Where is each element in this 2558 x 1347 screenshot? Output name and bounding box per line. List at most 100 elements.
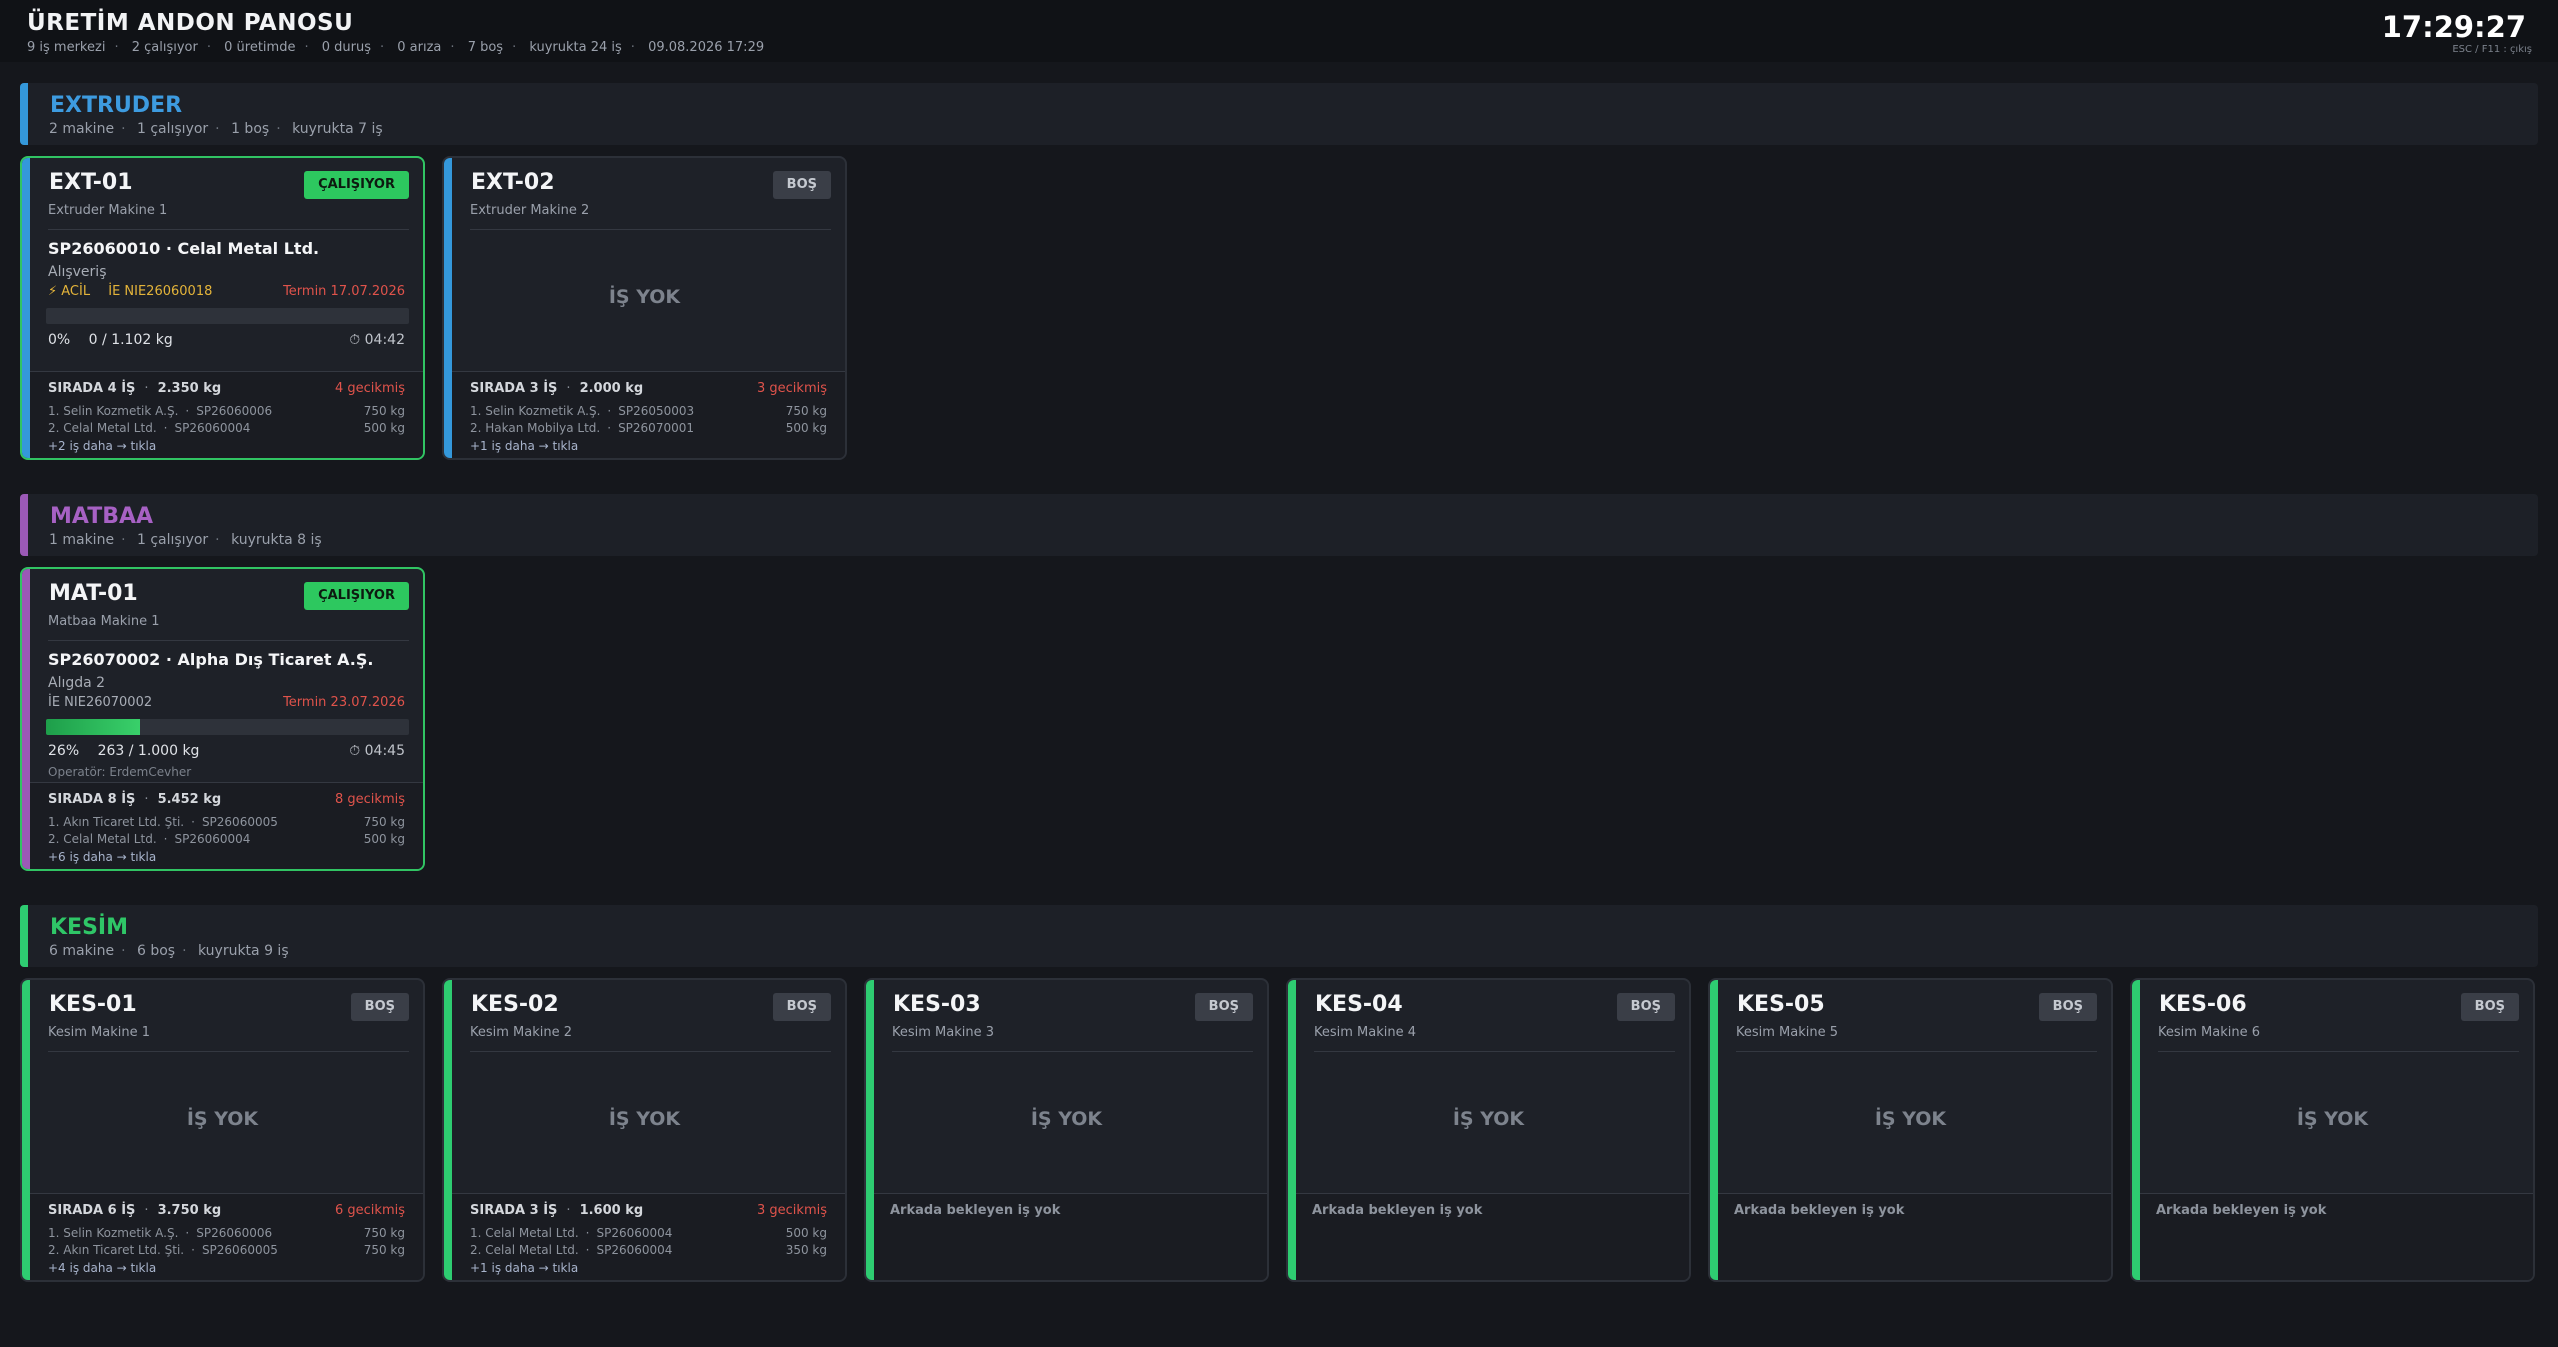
late-count: 3 gecikmiş	[757, 1203, 827, 1218]
divider	[470, 229, 831, 230]
group-accent-bar	[20, 83, 28, 145]
status-badge: BOŞ	[1194, 993, 1253, 1021]
card-accent-bar	[444, 980, 452, 1280]
queue-header: SIRADA 3 İŞ · 1.600 kg	[470, 1203, 644, 1218]
card-accent-bar	[1288, 980, 1296, 1280]
card-accent-bar	[22, 569, 30, 869]
card-accent-bar	[866, 980, 874, 1280]
card-accent-bar	[22, 158, 30, 458]
status-badge: BOŞ	[350, 993, 409, 1021]
machine-card-kes-04[interactable]: KES-04 BOŞ Kesim Makine 4 İŞ YOK Arkada …	[1286, 978, 1691, 1282]
divider	[2158, 1051, 2519, 1052]
queue-header: SIRADA 4 İŞ · 2.350 kg	[48, 381, 222, 396]
group-name: EXTRUDER	[50, 93, 183, 118]
status-badge: BOŞ	[2038, 993, 2097, 1021]
status-badge: BOŞ	[772, 171, 831, 199]
queue-order: SP26060005	[201, 815, 278, 829]
queue-kg: 350 kg	[785, 1243, 827, 1257]
more-jobs-link[interactable]: +1 iş daha → tıkla	[470, 1261, 578, 1275]
late-count: 3 gecikmiş	[757, 381, 827, 396]
queue-order: SP26060004	[596, 1226, 673, 1240]
summary-idle: 7 boş	[467, 40, 504, 55]
machine-card-kes-03[interactable]: KES-03 BOŞ Kesim Makine 3 İŞ YOK Arkada …	[864, 978, 1269, 1282]
machine-name: Kesim Makine 5	[1736, 1025, 1839, 1040]
card-accent-bar	[1710, 980, 1718, 1280]
group-summary-item: 6 makine	[49, 943, 115, 959]
group-name: MATBAA	[50, 504, 154, 529]
no-job-label: İŞ YOK	[1874, 1108, 1947, 1130]
machine-name: Kesim Makine 2	[470, 1025, 573, 1040]
queue-weight: 2.000 kg	[579, 381, 644, 396]
queue-item: 1. Celal Metal Ltd. · SP26060004 500 kg	[470, 1226, 827, 1240]
machine-card-mat-01[interactable]: MAT-01 ÇALIŞIYOR Matbaa Makine 1 SP26070…	[20, 567, 425, 871]
queue-order: SP26060004	[596, 1243, 673, 1257]
divider	[1314, 1051, 1675, 1052]
no-job-label: İŞ YOK	[1452, 1108, 1525, 1130]
status-badge: ÇALIŞIYOR	[304, 582, 409, 610]
card-accent-bar	[2132, 980, 2140, 1280]
urgent-flag: ⚡ ACİL	[48, 284, 91, 299]
progress-fill	[46, 719, 141, 735]
machine-card-ext-01[interactable]: EXT-01 ÇALIŞIYOR Extruder Makine 1 SP260…	[20, 156, 425, 460]
no-job-label: İŞ YOK	[2296, 1108, 2369, 1130]
group-summary-item: 1 boş	[231, 121, 270, 137]
queue-item: 2. Hakan Mobilya Ltd. · SP26070001 500 kg	[470, 421, 827, 435]
queue-kg: 750 kg	[363, 404, 405, 418]
product-name: Alışveriş	[48, 264, 107, 280]
progress-percent: 26%	[48, 743, 80, 759]
operator-name: Operatör: ErdemCevher	[48, 765, 192, 779]
queue-order: SP26060004	[174, 832, 251, 846]
no-job-label: İŞ YOK	[608, 286, 681, 308]
group-summary-item: kuyrukta 7 iş	[292, 121, 383, 137]
progress-quantity: 0 / 1.102 kg	[88, 332, 173, 348]
group-summary-item: 1 makine	[49, 532, 115, 548]
queue-panel: SIRADA 4 İŞ · 2.350 kg 4 gecikmiş 1. Selin…	[30, 371, 423, 458]
group-header-extruder: EXTRUDER 2 makine · 1 çalışıyor · 1 boş · k…	[20, 83, 2538, 145]
queue-customer: 2. Celal Metal Ltd.	[470, 1243, 579, 1257]
queue-count: SIRADA 8 İŞ	[48, 792, 136, 807]
queue-item: 1. Akın Ticaret Ltd. Şti. · SP26060005 750 …	[48, 815, 405, 829]
summary-producing: 0 üretimde	[224, 40, 296, 55]
machine-card-kes-06[interactable]: KES-06 BOŞ Kesim Makine 6 İŞ YOK Arkada …	[2130, 978, 2535, 1282]
summary-queue: kuyrukta 24 iş	[529, 40, 622, 55]
work-order-number: İE NIE26070002	[48, 695, 153, 710]
more-jobs-link[interactable]: +4 iş daha → tıkla	[48, 1261, 156, 1275]
progress-bar	[46, 719, 409, 735]
machine-card-ext-02[interactable]: EXT-02 BOŞ Extruder Makine 2 İŞ YOK SIRA…	[442, 156, 847, 460]
queue-customer: 2. Celal Metal Ltd.	[48, 421, 157, 435]
clock: 17:29:27	[2381, 10, 2526, 44]
order-meta: İE NIE26070002 Termin 23.07.2026	[48, 695, 405, 713]
machine-card-kes-05[interactable]: KES-05 BOŞ Kesim Makine 5 İŞ YOK Arkada …	[1708, 978, 2113, 1282]
more-jobs-link[interactable]: +6 iş daha → tıkla	[48, 850, 156, 864]
product-name: Alıgda 2	[48, 675, 106, 691]
machine-name: Kesim Makine 6	[2158, 1025, 2261, 1040]
queue-item: 2. Celal Metal Ltd. · SP26060004 500 kg	[48, 421, 405, 435]
group-summary-item: kuyrukta 9 iş	[197, 943, 289, 959]
queue-weight: 3.750 kg	[157, 1203, 222, 1218]
queue-count: SIRADA 6 İŞ	[48, 1203, 136, 1218]
queue-customer: 2. Celal Metal Ltd.	[48, 832, 157, 846]
machine-card-kes-02[interactable]: KES-02 BOŞ Kesim Makine 2 İŞ YOK SIRADA …	[442, 978, 847, 1282]
machine-card-kes-01[interactable]: KES-01 BOŞ Kesim Makine 1 İŞ YOK SIRADA …	[20, 978, 425, 1282]
status-badge: ÇALIŞIYOR	[304, 171, 409, 199]
queue-item: 1. Selin Kozmetik A.Ş. · SP26060006 750 kg	[48, 404, 405, 418]
work-order-number: İE NIE26060018	[108, 284, 213, 299]
queue-customer: 1. Celal Metal Ltd.	[470, 1226, 579, 1240]
queue-item: 2. Akın Ticaret Ltd. Şti. · SP26060005 750 …	[48, 1243, 405, 1257]
more-jobs-link[interactable]: +2 iş daha → tıkla	[48, 439, 156, 453]
summary-fault: 0 arıza	[397, 40, 442, 55]
summary-work-centers: 9 iş merkezi	[27, 40, 106, 55]
queue-customer: 2. Hakan Mobilya Ltd.	[470, 421, 601, 435]
machine-name: Matbaa Makine 1	[48, 614, 160, 629]
queue-count: SIRADA 3 İŞ	[470, 1203, 558, 1218]
group-summary-item: 2 makine	[49, 121, 115, 137]
exit-hint: ESC / F11 : çıkış	[2452, 44, 2532, 55]
divider	[470, 1051, 831, 1052]
more-jobs-link[interactable]: +1 iş daha → tıkla	[470, 439, 578, 453]
no-job-label: İŞ YOK	[608, 1108, 681, 1130]
no-job-label: İŞ YOK	[186, 1108, 259, 1130]
no-job-label: İŞ YOK	[1030, 1108, 1103, 1130]
card-accent-bar	[444, 158, 452, 458]
group-summary-item: kuyrukta 8 iş	[231, 532, 322, 548]
machine-name: Kesim Makine 4	[1314, 1025, 1417, 1040]
